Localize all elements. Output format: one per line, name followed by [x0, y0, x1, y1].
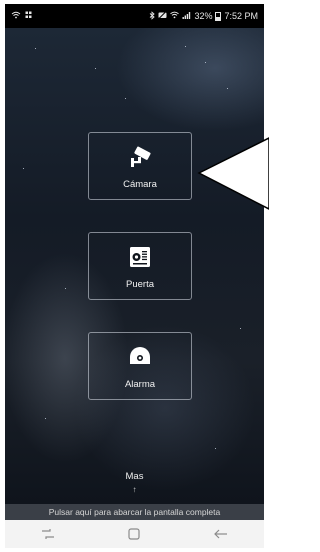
screen: 32% 7:52 PM Cámara Puerta Alarma Mas ↑ P…	[0, 0, 269, 552]
annotation-arrow-icon	[197, 137, 269, 210]
